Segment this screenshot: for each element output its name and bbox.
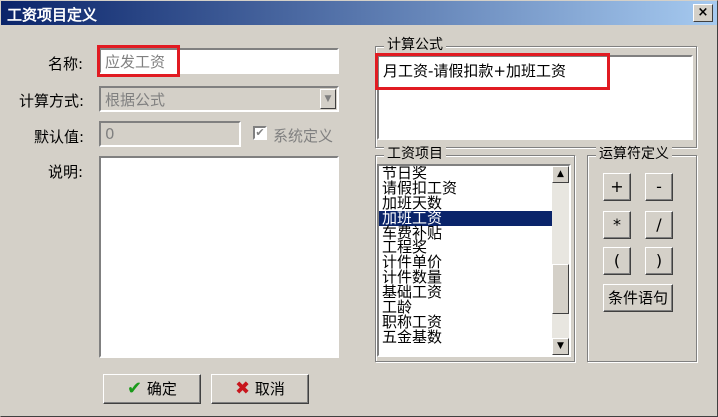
salary-items-group-title: 工资项目 [384,146,446,162]
cancel-button-label: 取消 [254,380,285,398]
scroll-thumb[interactable] [552,264,569,314]
checkmark-icon: ✔ [255,126,265,139]
calc-method-value: 根据公式 [105,91,166,109]
system-defined-label: 系统定义 [273,127,334,145]
description-label: 说明: [48,163,84,181]
default-value-input[interactable] [99,121,241,147]
calc-method-select[interactable]: 根据公式 ▼ [99,86,339,112]
title-bar[interactable]: 工资项目定义 × [1,1,717,25]
operator-group-title: 运算符定义 [596,146,672,162]
list-scrollbar[interactable]: ▲ ▼ [552,166,569,355]
operator-right-paren-button[interactable]: ) [645,247,673,275]
dropdown-arrow-icon[interactable]: ▼ [320,89,336,109]
cancel-x-icon: ✖ [235,378,251,399]
ok-button[interactable]: ✔ 确定 [103,374,201,404]
close-button[interactable]: × [693,4,713,22]
name-input[interactable] [99,48,339,74]
calc-method-label: 计算方式: [19,92,85,110]
condition-statement-button[interactable]: 条件语句 [603,284,673,312]
ok-button-label: 确定 [146,380,177,398]
formula-textarea[interactable]: 月工资-请假扣款+加班工资 [377,55,693,140]
checkmark-icon: ✔ [127,378,143,399]
formula-group-title: 计算公式 [384,37,446,53]
list-item[interactable]: 五金基数 [379,329,554,345]
operator-left-paren-button[interactable]: ( [603,247,631,275]
dialog-window: 工资项目定义 × 名称: 计算方式: 根据公式 ▼ 默认值: ✔ 系统定义 说明… [0,0,718,417]
operator-multiply-button[interactable]: * [603,211,631,239]
salary-items-list: 节日奖 请假扣工资 加班天数 加班工资 车费补贴 工程奖 计件单价 计件数量 基础工资 工龄 职称工… [379,166,554,345]
name-label: 名称: [48,55,84,73]
scroll-up-icon[interactable]: ▲ [552,166,569,183]
description-textarea[interactable] [99,156,339,358]
operator-minus-button[interactable]: - [645,173,673,201]
salary-items-listbox[interactable]: 节日奖 请假扣工资 加班天数 加班工资 车费补贴 工程奖 计件单价 计件数量 基础工资 工龄 职称工… [377,164,571,357]
cancel-button[interactable]: ✖ 取消 [211,374,309,404]
operator-plus-button[interactable]: + [603,173,631,201]
formula-text: 月工资-请假扣款+加班工资 [383,62,566,80]
scroll-down-icon[interactable]: ▼ [552,338,569,355]
operator-divide-button[interactable]: / [645,211,673,239]
default-value-label: 默认值: [34,128,85,146]
system-defined-checkbox[interactable]: ✔ [253,126,267,140]
window-title: 工资项目定义 [7,6,98,24]
